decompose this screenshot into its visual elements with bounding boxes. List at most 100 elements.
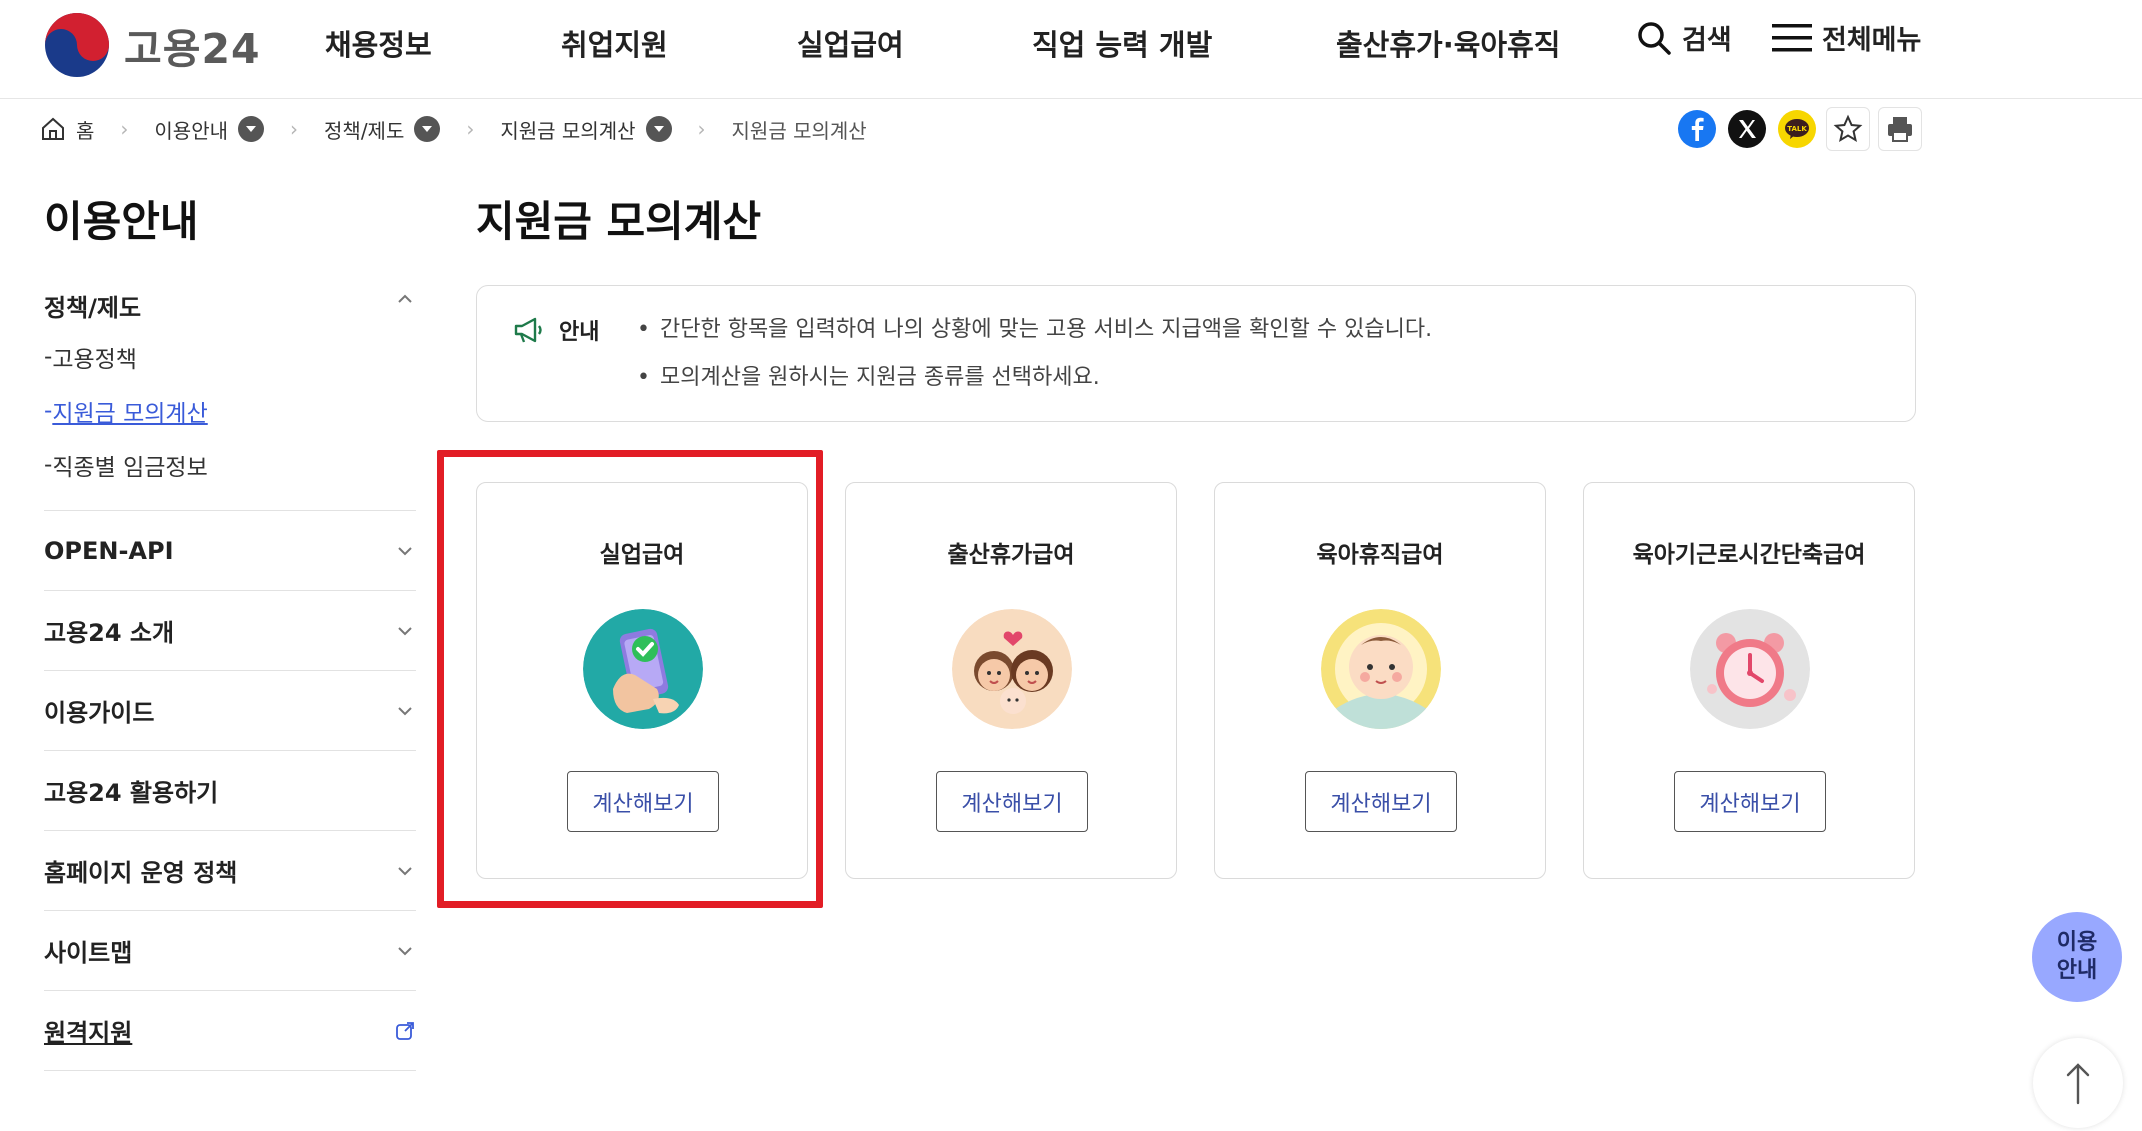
sidebar-item-sitemap[interactable]: 사이트맵 [44,911,416,990]
chevron-down-icon[interactable] [645,116,672,142]
facebook-icon [1678,110,1716,148]
notice-box: 안내 • 간단한 항목을 입력하여 나의 상황에 맞는 고용 서비스 지급액을 확… [476,285,1916,422]
notice-lines: • 간단한 항목을 입력하여 나의 상황에 맞는 고용 서비스 지급액을 확인할 … [637,314,1432,410]
sidebar-group-usage: 고용24 활용하기 [44,751,416,831]
home-icon [42,117,64,140]
svg-text:TALK: TALK [1787,125,1807,133]
print-button[interactable] [1878,107,1922,151]
nav-item-jobs[interactable]: 채용정보 [325,22,432,64]
sidebar-subitem-simulator[interactable]: - 지원금 모의계산 [44,384,416,438]
family-icon [952,609,1072,729]
chevron-down-icon [398,626,412,635]
kakaotalk-icon: TALK [1778,110,1816,148]
sidebar-item-label: 원격지원 [44,1019,133,1047]
breadcrumb-home[interactable]: 홈 [40,115,94,144]
search-label: 검색 [1682,25,1732,56]
sidebar-subitem-label: 지원금 모의계산 [52,401,208,427]
notice-text: 모의계산을 원하시는 지원금 종류를 선택하세요. [659,365,1100,390]
notice-text: 간단한 항목을 입력하여 나의 상황에 맞는 고용 서비스 지급액을 확인할 수… [659,317,1433,342]
sidebar-group-open-api: OPEN-API [44,511,416,591]
calculate-button[interactable]: 계산해보기 [1305,771,1457,832]
card-maternity-leave-benefit: 출산휴가급여 계산해보기 [845,482,1177,879]
chevron-down-icon [398,946,412,955]
breadcrumb-label: 지원금 모의계산 [500,118,636,143]
usage-guide-floating-button[interactable]: 이용 안내 [2032,912,2122,1002]
sidebar-item-policy[interactable]: 정책/제도 [44,274,416,330]
nav-item-unemployment-benefit[interactable]: 실업급여 [797,22,904,64]
sidebar-item-label: 고용24 소개 [44,619,175,647]
share-toolbar: TALK [1676,107,1922,151]
breadcrumb-home-label: 홈 [76,118,95,143]
sidebar-subitem-label: 직종별 임금정보 [52,455,208,481]
sidebar-submenu: - 고용정책 - 지원금 모의계산 - 직종별 임금정보 [44,330,416,510]
calculate-button[interactable]: 계산해보기 [567,771,719,832]
breadcrumb-separator: › [120,117,129,141]
notice-label: 안내 [513,314,599,346]
sidebar-item-open-api[interactable]: OPEN-API [44,511,416,590]
breadcrumb-current: 지원금 모의계산 [731,118,867,143]
breadcrumb-item-policy[interactable]: 정책/제도 [324,115,441,144]
card-title: 출산휴가급여 [947,542,1075,568]
hamburger-menu-icon [1772,23,1812,51]
external-link-icon [396,1021,414,1040]
phone-check-icon [583,609,703,729]
breadcrumb-separator: › [466,117,475,141]
page-title: 지원금 모의계산 [476,197,762,246]
sidebar-item-site-policy[interactable]: 홈페이지 운영 정책 [44,831,416,910]
chevron-up-icon [398,294,412,303]
sidebar-item-label: OPEN-API [44,536,174,565]
calculate-button[interactable]: 계산해보기 [1674,771,1826,832]
breadcrumb-label: 이용안내 [154,118,229,143]
notice-label-text: 안내 [559,320,600,345]
site-header: 고용24 채용정보 취업지원 실업급여 직업 능력 개발 출산휴가·육아휴직 검… [0,0,2142,99]
sidebar-item-label: 이용가이드 [44,699,155,727]
sidebar-nav: 정책/제도 - 고용정책 - 지원금 모의계산 - 직종별 임금정보 OPEN-API… [44,274,416,1071]
breadcrumb-item-simulator[interactable]: 지원금 모의계산 [500,115,672,144]
breadcrumb-separator: › [290,117,299,141]
sidebar-subitem-wage-info[interactable]: - 직종별 임금정보 [44,438,416,492]
alarm-clock-icon [1690,609,1810,729]
sidebar-group-policy: 정책/제도 - 고용정책 - 지원금 모의계산 - 직종별 임금정보 [44,274,416,511]
star-icon [1833,114,1863,143]
sidebar-group-remote-support: 원격지원 [44,991,416,1071]
nav-item-skills-development[interactable]: 직업 능력 개발 [1032,22,1212,64]
benefit-cards: 실업급여 계산해보기 출산휴가급여 계산해보기 육아휴직급여 계산해보기 육아기… [476,482,1916,879]
x-twitter-icon [1728,110,1766,148]
arrow-up-icon [2066,1063,2090,1105]
sidebar-item-guide[interactable]: 이용가이드 [44,671,416,750]
card-title: 육아기근로시간단축급여 [1632,542,1866,568]
guide-label-line: 안내 [2056,958,2098,983]
all-menu-button[interactable]: 전체메뉴 [1772,18,1921,57]
sidebar-subitem-employment-policy[interactable]: - 고용정책 [44,330,416,384]
all-menu-label: 전체메뉴 [1822,25,1922,56]
breadcrumb: 홈 › 이용안내 › 정책/제도 › 지원금 모의계산 › 지원금 모의계산 [40,112,867,146]
notice-line: • 간단한 항목을 입력하여 나의 상황에 맞는 고용 서비스 지급액을 확인할 … [637,314,1432,362]
sidebar-item-label: 정책/제도 [44,294,142,322]
breadcrumb-item-guide[interactable]: 이용안내 [154,115,265,144]
calculate-button[interactable]: 계산해보기 [936,771,1088,832]
scroll-to-top-button[interactable] [2033,1038,2123,1128]
kakaotalk-share-button[interactable]: TALK [1776,108,1818,150]
chevron-down-icon[interactable] [414,116,441,142]
search-button[interactable]: 검색 [1636,18,1732,57]
chevron-down-icon [398,546,412,555]
sidebar-item-about[interactable]: 고용24 소개 [44,591,416,670]
search-icon [1638,21,1671,55]
sidebar-group-sitemap: 사이트맵 [44,911,416,991]
chevron-down-icon [398,706,412,715]
card-title: 육아휴직급여 [1316,542,1444,568]
card-title: 실업급여 [599,542,685,568]
chevron-down-icon [398,866,412,875]
facebook-share-button[interactable] [1676,108,1718,150]
x-share-button[interactable] [1726,108,1768,150]
nav-item-employment-support[interactable]: 취업지원 [561,22,668,64]
notice-line: • 모의계산을 원하시는 지원금 종류를 선택하세요. [637,362,1432,410]
chevron-down-icon[interactable] [238,116,265,142]
nav-item-maternity-leave[interactable]: 출산휴가·육아휴직 [1336,22,1560,64]
sidebar-item-usage[interactable]: 고용24 활용하기 [44,751,416,830]
sidebar-item-remote-support[interactable]: 원격지원 [44,991,416,1070]
megaphone-icon [514,317,542,343]
guide-label-line: 이용 [2056,930,2098,955]
bookmark-button[interactable] [1826,107,1870,151]
baby-icon [1321,609,1441,729]
